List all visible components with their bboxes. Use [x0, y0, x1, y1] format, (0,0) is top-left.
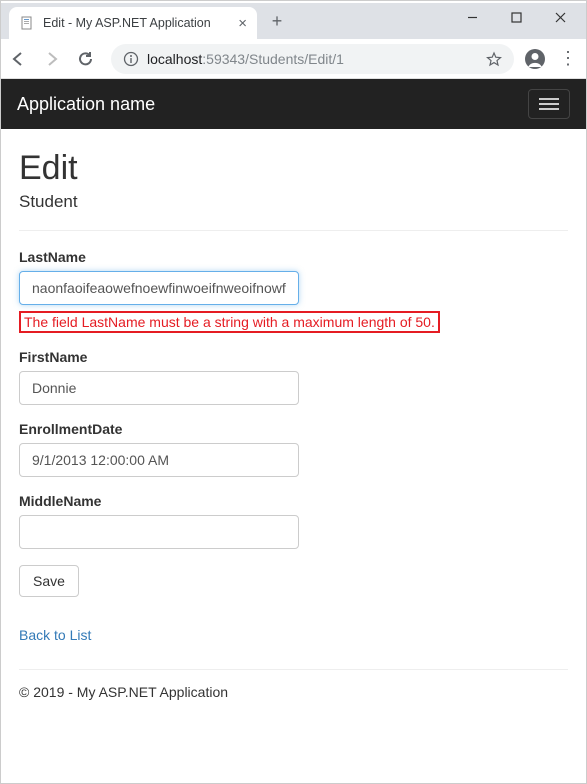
close-window-button[interactable]: [538, 3, 582, 31]
tab-title: Edit - My ASP.NET Application: [43, 16, 211, 30]
tab-favicon-icon: [19, 15, 35, 31]
page-subtitle: Student: [19, 192, 568, 212]
middlename-label: MiddleName: [19, 493, 568, 509]
footer-text: © 2019 - My ASP.NET Application: [19, 684, 568, 700]
page-content: Edit Student LastName The field LastName…: [1, 129, 586, 720]
save-button[interactable]: Save: [19, 565, 79, 597]
footer-divider: [19, 669, 568, 670]
app-navbar: Application name: [1, 79, 586, 129]
navbar-brand[interactable]: Application name: [17, 94, 155, 115]
minimize-button[interactable]: [450, 3, 494, 31]
divider: [19, 230, 568, 231]
lastname-label: LastName: [19, 249, 568, 265]
url-path: /Students/Edit/1: [245, 51, 344, 67]
enrollmentdate-label: EnrollmentDate: [19, 421, 568, 437]
form-group-middlename: MiddleName: [19, 493, 568, 549]
address-bar[interactable]: localhost:59343/Students/Edit/1: [111, 44, 514, 74]
url-host: localhost: [147, 51, 202, 67]
profile-avatar-icon[interactable]: [524, 48, 548, 70]
form-group-firstname: FirstName: [19, 349, 568, 405]
form-group-enrollmentdate: EnrollmentDate: [19, 421, 568, 477]
url-port: :59343: [202, 51, 245, 67]
back-to-list-link[interactable]: Back to List: [19, 627, 91, 643]
maximize-button[interactable]: [494, 3, 538, 31]
page-title: Edit: [19, 149, 568, 188]
browser-toolbar: localhost:59343/Students/Edit/1 ⋮: [1, 39, 586, 79]
browser-tab[interactable]: Edit - My ASP.NET Application ×: [9, 7, 257, 39]
bookmark-star-icon[interactable]: [486, 51, 502, 67]
forward-button[interactable]: [43, 50, 67, 68]
navbar-toggle-button[interactable]: [528, 89, 570, 119]
firstname-input[interactable]: [19, 371, 299, 405]
middlename-input[interactable]: [19, 515, 299, 549]
firstname-label: FirstName: [19, 349, 568, 365]
lastname-validation-error: The field LastName must be a string with…: [19, 311, 440, 333]
reload-button[interactable]: [77, 50, 101, 68]
form-group-lastname: LastName The field LastName must be a st…: [19, 249, 568, 333]
new-tab-button[interactable]: +: [263, 7, 291, 35]
browser-menu-icon[interactable]: ⋮: [558, 48, 578, 69]
form-group-submit: Save: [19, 565, 568, 597]
site-info-icon[interactable]: [123, 51, 139, 67]
back-button[interactable]: [9, 50, 33, 68]
lastname-input[interactable]: [19, 271, 299, 305]
tab-close-icon[interactable]: ×: [238, 15, 247, 32]
enrollmentdate-input[interactable]: [19, 443, 299, 477]
